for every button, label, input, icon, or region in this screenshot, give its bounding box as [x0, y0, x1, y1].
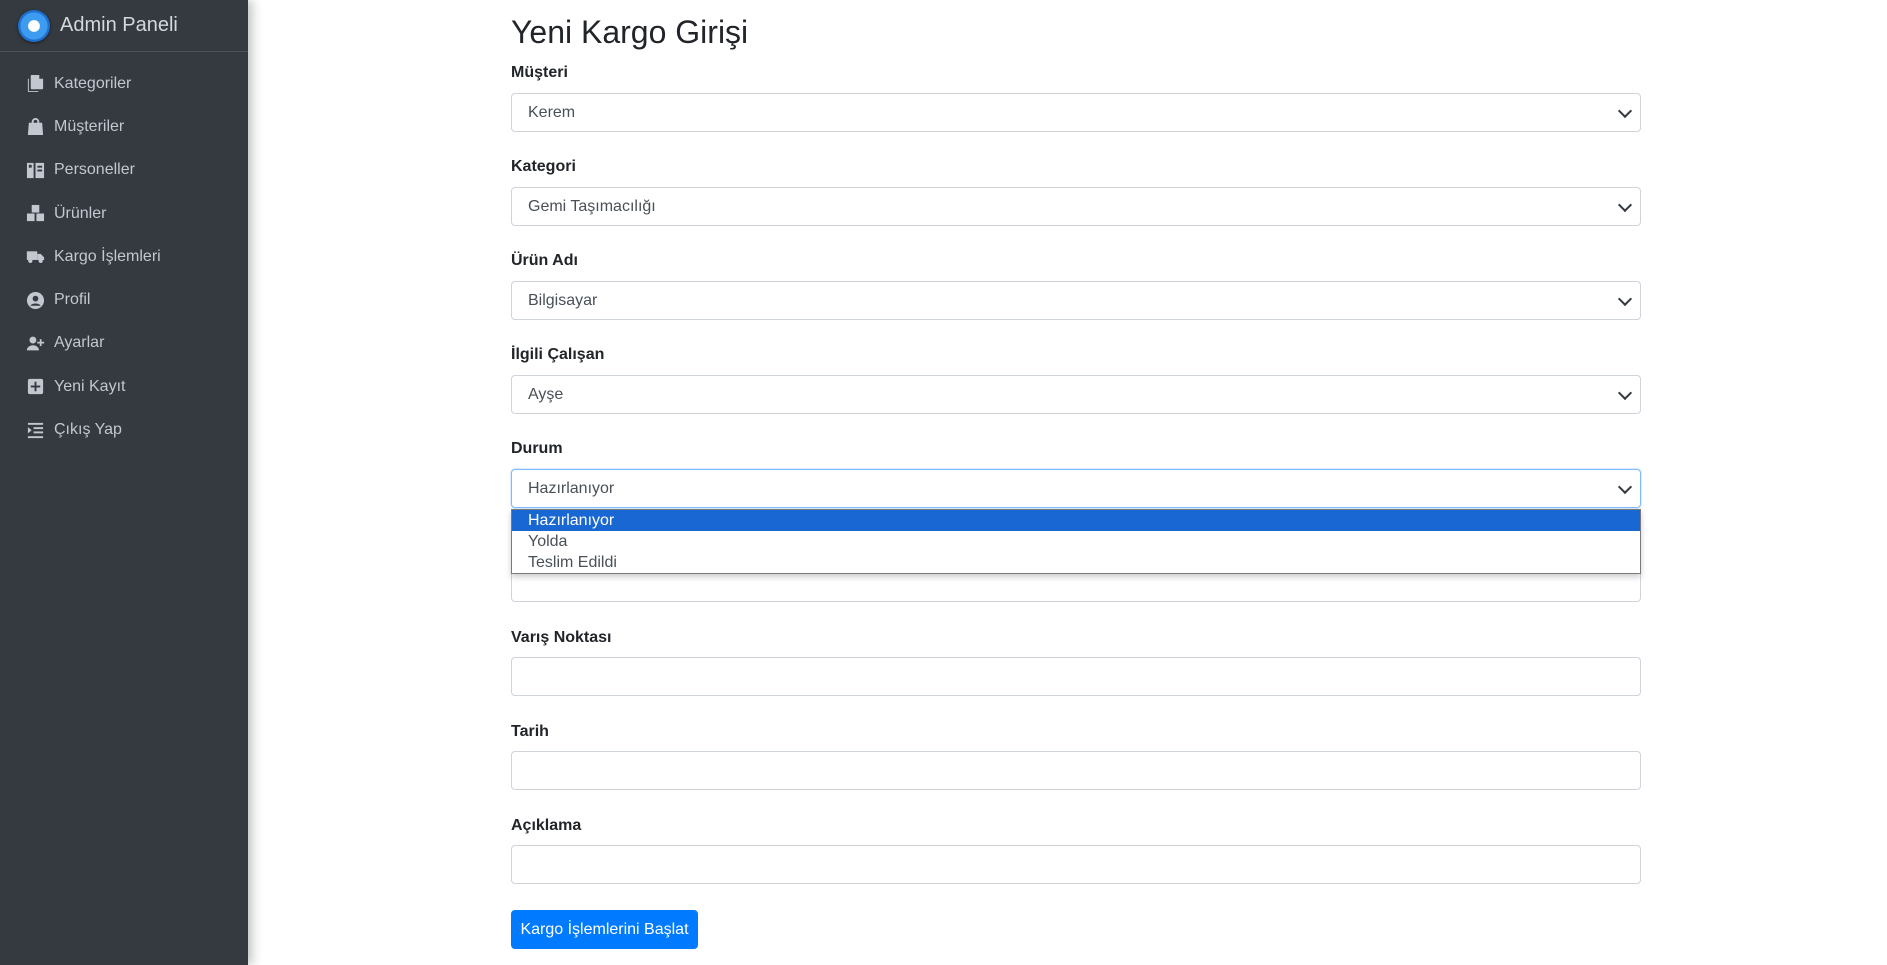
sidebar: Admin Paneli Kategoriler Müşteriler Pers… [0, 0, 248, 965]
user-plus-icon [24, 333, 46, 353]
sidebar-item-label: Ürünler [54, 204, 107, 222]
urun-select[interactable]: Bilgisayar [511, 281, 1641, 320]
durum-option-teslim-edildi[interactable]: Teslim Edildi [512, 552, 1640, 573]
musteri-select[interactable]: Kerem [511, 93, 1641, 132]
urun-value: Bilgisayar [528, 291, 598, 309]
durum-option-hazirlaniyor[interactable]: Hazırlanıyor [512, 510, 1640, 531]
durum-select[interactable]: Hazırlanıyor [511, 469, 1641, 508]
durum-value: Hazırlanıyor [528, 479, 615, 497]
calisan-label: İlgili Çalışan [511, 346, 605, 363]
sidebar-item-label: Profil [54, 291, 91, 309]
chevron-down-icon [1617, 103, 1633, 118]
sidebar-item-label: Müşteriler [54, 117, 125, 135]
sidebar-item-urunler[interactable]: Ürünler [0, 192, 248, 235]
brand-logo [18, 9, 50, 42]
sidebar-item-profil[interactable]: Profil [0, 278, 248, 321]
sidebar-item-cikis-yap[interactable]: Çıkış Yap [0, 408, 248, 451]
sidebar-item-kategoriler[interactable]: Kategoriler [0, 62, 248, 105]
durum-option-yolda[interactable]: Yolda [512, 531, 1640, 552]
chevron-down-icon [1617, 385, 1633, 400]
brand-title: Admin Paneli [60, 14, 178, 36]
musteri-label: Müşteri [511, 64, 568, 81]
sidebar-item-personeller[interactable]: Personeller [0, 149, 248, 192]
sidebar-item-label: Kargo İşlemleri [54, 247, 161, 265]
brand-link[interactable]: Admin Paneli [0, 0, 248, 52]
kategori-value: Gemi Taşımacılığı [528, 197, 656, 215]
sidebar-item-yeni-kayit[interactable]: Yeni Kayıt [0, 365, 248, 408]
boxes-icon [24, 204, 46, 224]
plus-square-icon [24, 377, 46, 397]
kategori-select[interactable]: Gemi Taşımacılığı [511, 187, 1641, 226]
aciklama-label: Açıklama [511, 817, 582, 834]
page-title: Yeni Kargo Girişi [511, 14, 749, 50]
list-indent-icon [24, 420, 46, 440]
sidebar-item-musteriler[interactable]: Müşteriler [0, 105, 248, 148]
tarih-label: Tarih [511, 723, 549, 740]
varis-input[interactable] [511, 657, 1641, 696]
durum-label: Durum [511, 440, 563, 457]
sidebar-item-label: Çıkış Yap [54, 421, 122, 439]
calisan-select[interactable]: Ayşe [511, 375, 1641, 414]
durum-dropdown-list: Hazırlanıyor Yolda Teslim Edildi [511, 509, 1641, 574]
sidebar-item-ayarlar[interactable]: Ayarlar [0, 322, 248, 365]
aciklama-input[interactable] [511, 845, 1641, 884]
chevron-down-icon [1617, 479, 1633, 494]
sidebar-item-label: Ayarlar [54, 334, 105, 352]
tarih-input[interactable] [511, 751, 1641, 790]
submit-button[interactable]: Kargo İşlemlerini Başlat [511, 910, 698, 949]
sidebar-item-label: Personeller [54, 161, 135, 179]
chevron-down-icon [1617, 197, 1633, 212]
copy-icon [24, 74, 46, 94]
truck-icon [24, 247, 46, 267]
sidebar-nav: Kategoriler Müşteriler Personeller Ürünl… [0, 52, 248, 452]
shopping-bag-icon [24, 117, 46, 137]
sidebar-item-label: Yeni Kayıt [54, 377, 126, 395]
calisan-value: Ayşe [528, 385, 564, 403]
varis-label: Varış Noktası [511, 629, 612, 646]
sidebar-item-kargo-islemleri[interactable]: Kargo İşlemleri [0, 235, 248, 278]
user-circle-icon [24, 290, 46, 310]
chevron-down-icon [1617, 291, 1633, 306]
users-icon [24, 160, 46, 180]
sidebar-item-label: Kategoriler [54, 74, 132, 92]
urun-label: Ürün Adı [511, 252, 578, 269]
musteri-value: Kerem [528, 103, 576, 121]
kategori-label: Kategori [511, 158, 576, 175]
